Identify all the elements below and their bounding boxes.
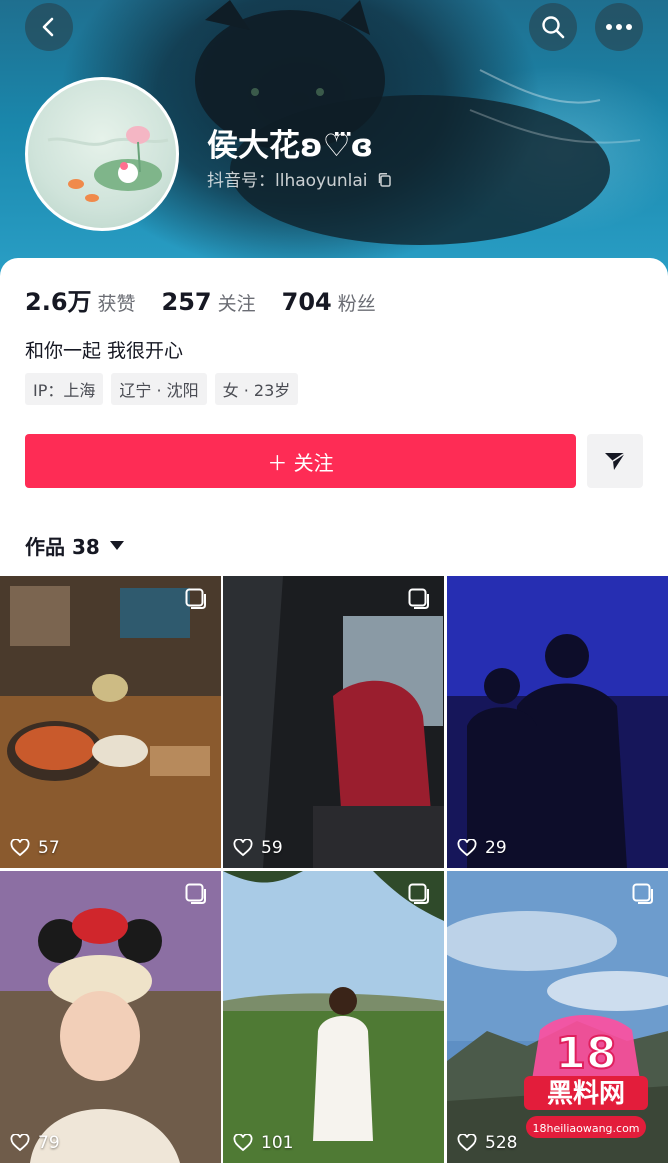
like-count: 57 (10, 838, 60, 858)
share-button[interactable] (587, 434, 643, 488)
douyin-id-text: 抖音号：llhaoyunlai (207, 171, 368, 191)
more-button[interactable] (595, 3, 643, 51)
watermark-number: 18 (555, 1028, 616, 1079)
video-tile[interactable]: 29 (447, 576, 668, 868)
likes-label: 获赞 (97, 293, 136, 315)
follow-button[interactable]: ＋ 关注 (25, 434, 576, 488)
like-count-value: 57 (38, 838, 60, 858)
like-count-value: 79 (38, 1133, 60, 1153)
video-thumbnail (223, 576, 444, 868)
heart-icon (233, 1134, 253, 1152)
avatar[interactable] (25, 77, 179, 231)
like-count-value: 528 (485, 1133, 518, 1153)
multi-image-icon (632, 883, 653, 904)
multi-image-icon (408, 883, 429, 904)
video-tile[interactable]: 57 (0, 576, 221, 868)
like-count: 528 (457, 1133, 517, 1153)
douyin-id[interactable]: 抖音号：llhaoyunlai (207, 166, 393, 191)
followers-count[interactable]: 704 (282, 288, 332, 316)
search-icon (542, 16, 565, 39)
video-thumbnail (447, 576, 668, 868)
heart-icon (457, 839, 477, 857)
avatar-image (47, 126, 169, 202)
like-count: 29 (457, 838, 507, 858)
heart-icon (10, 1134, 30, 1152)
like-count: 79 (10, 1133, 60, 1153)
video-tile[interactable]: 101 (223, 871, 444, 1163)
send-arrow-icon (605, 452, 626, 470)
tag-ip: IP：上海 (25, 373, 104, 405)
like-count-value: 101 (261, 1133, 294, 1153)
bio-text: 和你一起 我很开心 (25, 340, 184, 362)
watermark-brand: 黑料网 (547, 1079, 625, 1109)
like-count: 101 (233, 1133, 293, 1153)
works-label: 作品 38 (25, 535, 100, 559)
following-count[interactable]: 257 (162, 288, 212, 316)
profile-name: 侯大花ʚ♡⃛ɞ (207, 128, 374, 164)
profile-banner: 侯大花ʚ♡⃛ɞ 抖音号：llhaoyunlai (0, 0, 668, 280)
video-thumbnail (0, 576, 221, 868)
heart-icon (10, 839, 30, 857)
video-tile[interactable]: 59 (223, 576, 444, 868)
heart-icon (457, 1134, 477, 1152)
like-count: 59 (233, 838, 283, 858)
video-thumbnail (0, 871, 221, 1163)
works-tab[interactable]: 作品 38 (25, 531, 124, 560)
multi-image-icon (185, 588, 206, 609)
profile-tags: IP：上海 辽宁 · 沈阳 女 · 23岁 (25, 373, 299, 405)
likes-count: 2.6万 (25, 288, 92, 316)
back-button[interactable] (25, 3, 73, 51)
tag-gender-age: 女 · 23岁 (214, 373, 299, 405)
stats-row: 2.6万 获赞 257 关注 704 粉丝 (25, 282, 402, 317)
copy-icon[interactable] (377, 172, 393, 188)
search-button[interactable] (529, 3, 577, 51)
following-label[interactable]: 关注 (218, 289, 256, 316)
video-tile[interactable]: 79 (0, 871, 221, 1163)
like-count-value: 59 (261, 838, 283, 858)
more-dots-icon (606, 24, 632, 30)
video-thumbnail (223, 871, 444, 1163)
like-count-value: 29 (485, 838, 507, 858)
watermark-url: 18heiliaowang.com (532, 1122, 639, 1135)
chevron-left-icon (42, 17, 54, 37)
followers-label[interactable]: 粉丝 (338, 289, 376, 316)
watermark-logo: 18 黑料网 18heiliaowang.com (524, 1015, 648, 1138)
heart-icon (233, 839, 253, 857)
caret-down-icon (109, 541, 124, 550)
tag-location: 辽宁 · 沈阳 (111, 373, 207, 405)
multi-image-icon (185, 883, 206, 904)
multi-image-icon (408, 588, 429, 609)
